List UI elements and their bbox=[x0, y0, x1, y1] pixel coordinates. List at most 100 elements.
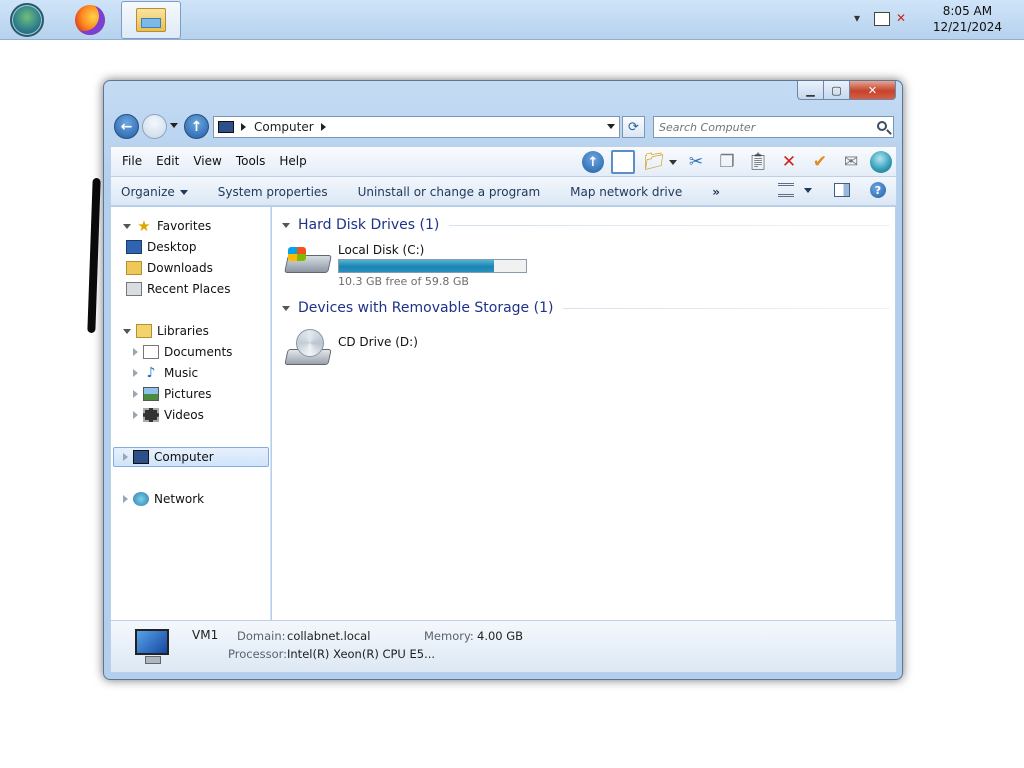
clock[interactable]: 8:05 AM 12/21/2024 bbox=[933, 3, 1002, 35]
delete-icon[interactable]: ✕ bbox=[777, 150, 801, 174]
explorer-window: ▁ ▢ ✕ ← ↑ Computer ⟳ File Edit View Tool… bbox=[103, 80, 903, 680]
nav-desktop[interactable]: Desktop bbox=[111, 237, 269, 257]
pane-icon[interactable] bbox=[611, 150, 635, 174]
folder-dropdown-icon[interactable] bbox=[669, 159, 677, 165]
breadcrumb-computer[interactable]: Computer bbox=[254, 120, 314, 134]
copy-icon[interactable]: ❐ bbox=[715, 150, 739, 174]
group-title: Hard Disk Drives (1) bbox=[298, 217, 440, 233]
nav-downloads[interactable]: Downloads bbox=[111, 258, 269, 278]
start-button[interactable] bbox=[6, 2, 48, 38]
nav-documents[interactable]: Documents bbox=[111, 342, 269, 362]
address-dropdown-icon[interactable] bbox=[607, 124, 615, 129]
back-arrow-icon: ← bbox=[120, 118, 133, 135]
nav-videos[interactable]: Videos bbox=[111, 405, 269, 425]
help-icon[interactable]: ? bbox=[870, 182, 886, 198]
domain-label: Domain: bbox=[237, 629, 286, 643]
nav-desktop-label: Desktop bbox=[147, 240, 197, 254]
network-icon[interactable] bbox=[874, 12, 890, 26]
nav-music-label: Music bbox=[164, 366, 199, 380]
more-commands-button[interactable]: » bbox=[712, 185, 720, 199]
menu-edit[interactable]: Edit bbox=[149, 154, 186, 168]
desktop-ink-mark bbox=[87, 177, 101, 334]
up-icon[interactable]: ↑ bbox=[582, 151, 604, 173]
nav-libraries-label: Libraries bbox=[157, 324, 209, 338]
collapsed-arrow-icon[interactable] bbox=[133, 411, 138, 419]
drive-item-cd-drive[interactable]: CD Drive (D:) bbox=[284, 329, 418, 375]
group-hard-disk-drives[interactable]: Hard Disk Drives (1) bbox=[282, 217, 890, 233]
windows-orb-icon bbox=[10, 3, 44, 37]
taskbar-firefox-button[interactable] bbox=[68, 2, 112, 38]
libraries-icon bbox=[136, 324, 152, 338]
network-icon bbox=[133, 492, 149, 506]
close-icon: ✕ bbox=[867, 83, 878, 97]
nav-computer[interactable]: Computer bbox=[113, 447, 269, 467]
uninstall-program-button[interactable]: Uninstall or change a program bbox=[358, 185, 541, 199]
collapsed-arrow-icon[interactable] bbox=[123, 495, 128, 503]
recent-pages-dropdown-icon[interactable] bbox=[170, 123, 178, 128]
collapsed-arrow-icon[interactable] bbox=[133, 369, 138, 377]
toolbar-icons: ↑ 📁︎ ✂ ❐ 📋︎ ✕ ✔ ✉ bbox=[575, 150, 892, 174]
search-icon[interactable] bbox=[877, 121, 887, 131]
back-button[interactable]: ← bbox=[114, 114, 139, 139]
globe-icon[interactable] bbox=[870, 151, 892, 173]
nav-network[interactable]: Network bbox=[111, 489, 269, 509]
minimize-button[interactable]: ▁ bbox=[797, 81, 824, 100]
change-view-icon[interactable] bbox=[778, 183, 794, 197]
computer-icon bbox=[133, 450, 149, 464]
recent-places-icon bbox=[126, 282, 142, 296]
menu-help[interactable]: Help bbox=[272, 154, 313, 168]
collapsed-arrow-icon[interactable] bbox=[133, 348, 138, 356]
cut-icon[interactable]: ✂ bbox=[684, 150, 708, 174]
refresh-button[interactable]: ⟳ bbox=[622, 116, 645, 138]
mail-icon[interactable]: ✉ bbox=[839, 150, 863, 174]
nav-favorites[interactable]: ★ Favorites bbox=[111, 216, 269, 236]
firefox-icon bbox=[75, 5, 105, 35]
forward-button[interactable] bbox=[142, 114, 167, 139]
pictures-icon bbox=[143, 387, 159, 401]
preview-pane-icon[interactable] bbox=[834, 183, 850, 197]
volume-muted-icon[interactable]: ✕ bbox=[896, 11, 906, 25]
group-removable-storage[interactable]: Devices with Removable Storage (1) bbox=[282, 300, 890, 316]
folder-icon[interactable]: 📁︎ bbox=[642, 150, 666, 174]
collapsed-arrow-icon[interactable] bbox=[123, 453, 128, 461]
menu-file[interactable]: File bbox=[115, 154, 149, 168]
drive-usage-fill bbox=[339, 260, 494, 272]
videos-icon bbox=[143, 408, 159, 422]
menu-view[interactable]: View bbox=[186, 154, 228, 168]
nav-music[interactable]: ♪ Music bbox=[111, 363, 269, 383]
menu-bar: File Edit View Tools Help ↑ 📁︎ ✂ ❐ 📋︎ ✕ … bbox=[110, 146, 897, 176]
check-icon[interactable]: ✔ bbox=[808, 150, 832, 174]
show-hidden-icons-arrow-icon[interactable]: ▾ bbox=[854, 11, 860, 25]
drive-item-local-disk[interactable]: Local Disk (C:) 10.3 GB free of 59.8 GB bbox=[284, 241, 527, 288]
expand-arrow-icon[interactable] bbox=[123, 223, 131, 229]
taskbar-explorer-button[interactable] bbox=[121, 1, 181, 39]
command-bar: Organize System properties Uninstall or … bbox=[110, 176, 897, 206]
collapse-group-icon[interactable] bbox=[282, 222, 290, 228]
close-button[interactable]: ✕ bbox=[850, 81, 896, 100]
maximize-button[interactable]: ▢ bbox=[824, 81, 850, 100]
menu-tools[interactable]: Tools bbox=[229, 154, 273, 168]
downloads-folder-icon bbox=[126, 261, 142, 275]
nav-pictures[interactable]: Pictures bbox=[111, 384, 269, 404]
search-input[interactable] bbox=[654, 117, 864, 137]
cd-drive-icon bbox=[284, 329, 334, 375]
minimize-icon: ▁ bbox=[806, 83, 815, 97]
breadcrumb-arrow-icon[interactable] bbox=[241, 123, 246, 131]
system-properties-button[interactable]: System properties bbox=[218, 185, 328, 199]
star-icon: ★ bbox=[137, 217, 151, 235]
organize-button[interactable]: Organize bbox=[121, 185, 188, 199]
up-button[interactable]: ↑ bbox=[184, 114, 209, 139]
caption-buttons: ▁ ▢ ✕ bbox=[797, 81, 896, 101]
paste-icon[interactable]: 📋︎ bbox=[746, 150, 770, 174]
collapsed-arrow-icon[interactable] bbox=[133, 390, 138, 398]
desktop-icon bbox=[126, 240, 142, 254]
collapse-group-icon[interactable] bbox=[282, 305, 290, 311]
view-options-dropdown-icon[interactable] bbox=[804, 187, 812, 193]
map-network-drive-button[interactable]: Map network drive bbox=[570, 185, 682, 199]
expand-arrow-icon[interactable] bbox=[123, 328, 131, 334]
nav-recent-places[interactable]: Recent Places bbox=[111, 279, 269, 299]
drive-name: Local Disk (C:) bbox=[338, 243, 425, 257]
nav-libraries[interactable]: Libraries bbox=[111, 321, 269, 341]
breadcrumb-arrow-icon[interactable] bbox=[320, 123, 326, 131]
address-bar[interactable]: Computer bbox=[213, 116, 620, 138]
